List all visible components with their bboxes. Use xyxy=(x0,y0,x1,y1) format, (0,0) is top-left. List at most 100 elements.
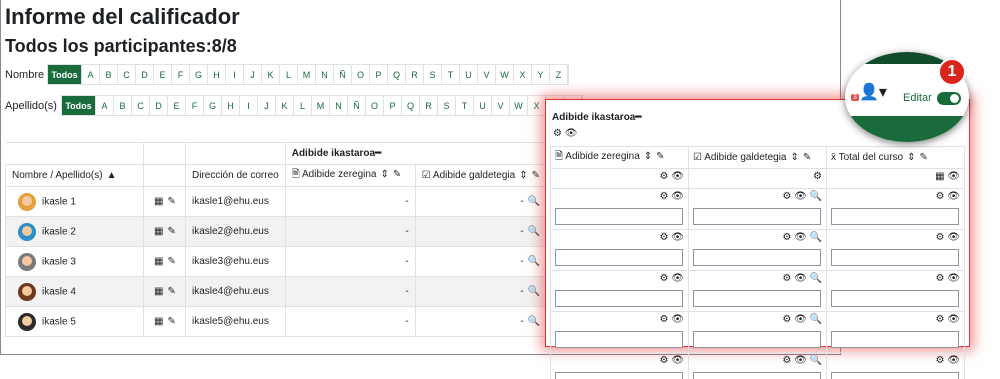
sort-icon[interactable]: ⇕ xyxy=(644,151,652,162)
grade-cell[interactable]: - 🔍 xyxy=(414,186,548,217)
grade-input[interactable] xyxy=(831,372,959,379)
eye-icon[interactable]: 👁 xyxy=(794,273,809,284)
grade-input[interactable] xyxy=(831,331,959,348)
first-name-letter[interactable]: U xyxy=(460,65,478,84)
last-name-all-button[interactable]: Todos xyxy=(62,96,96,115)
grade-input[interactable] xyxy=(693,331,821,348)
sort-icon[interactable]: ⇕ xyxy=(519,170,527,181)
zoom-icon[interactable]: 🔍 xyxy=(810,273,822,284)
first-name-letter[interactable]: T xyxy=(442,65,460,84)
first-name-letter[interactable]: F xyxy=(172,65,190,84)
student-name-cell[interactable]: ikasle 5 xyxy=(5,306,144,337)
notification-badge[interactable]: 3 xyxy=(851,94,859,101)
gear-icon[interactable]: ⚙ xyxy=(553,128,562,139)
eye-icon[interactable]: 👁 xyxy=(794,355,809,366)
grade-input[interactable] xyxy=(831,290,959,307)
last-name-letter[interactable]: Q xyxy=(402,96,420,115)
eye-icon[interactable]: 👁 xyxy=(671,273,684,284)
grade-input[interactable] xyxy=(555,208,683,225)
eye-icon[interactable]: 👁 xyxy=(794,314,809,325)
student-name[interactable]: ikasle 3 xyxy=(42,256,76,267)
last-name-letter[interactable]: K xyxy=(276,96,294,115)
eye-icon[interactable]: 👁 xyxy=(947,191,960,202)
zoom-icon[interactable]: 🔍 xyxy=(528,196,540,207)
edit-icon[interactable]: ✎ xyxy=(393,169,401,180)
grade-input[interactable] xyxy=(693,290,821,307)
gear-icon[interactable]: ⚙ xyxy=(936,273,948,284)
eye-icon[interactable]: 👁 xyxy=(947,273,960,284)
eye-icon[interactable]: 👁 xyxy=(671,355,684,366)
student-name-cell[interactable]: ikasle 3 xyxy=(5,246,144,277)
first-name-letter[interactable]: Y xyxy=(532,65,550,84)
first-name-letter[interactable]: O xyxy=(352,65,370,84)
student-name[interactable]: ikasle 2 xyxy=(42,226,76,237)
table-icon[interactable]: ▦ xyxy=(154,286,163,297)
last-name-letter[interactable]: O xyxy=(366,96,384,115)
last-name-letter[interactable]: M xyxy=(312,96,330,115)
last-name-letter[interactable]: Ñ xyxy=(348,96,366,115)
last-name-letter[interactable]: F xyxy=(186,96,204,115)
first-name-letter[interactable]: N xyxy=(316,65,334,84)
table-icon[interactable]: ▦ xyxy=(154,226,163,237)
grade-input[interactable] xyxy=(831,249,959,266)
first-name-letter[interactable]: P xyxy=(370,65,388,84)
zoom-icon[interactable]: 🔍 xyxy=(810,191,822,202)
eye-icon[interactable]: 👁 xyxy=(947,314,960,325)
edit-mode-toggle[interactable] xyxy=(937,92,961,105)
grade-cell[interactable]: - xyxy=(284,276,416,307)
last-name-letter[interactable]: T xyxy=(456,96,474,115)
grade-cell[interactable]: - 🔍 xyxy=(414,216,548,247)
eye-icon[interactable]: 👁 xyxy=(671,232,684,243)
gear-icon[interactable]: ⚙ xyxy=(782,273,794,284)
calculator-icon[interactable]: ▦ xyxy=(935,171,944,182)
last-name-letter[interactable]: B xyxy=(114,96,132,115)
edit-item2-header[interactable]: ☑ Adibide galdetegia ⇕ ✎ xyxy=(688,146,827,169)
zoom-icon[interactable]: 🔍 xyxy=(528,226,540,237)
last-name-letter[interactable]: V xyxy=(492,96,510,115)
grade-cell[interactable]: - 🔍 xyxy=(414,306,548,337)
gear-icon[interactable]: ⚙ xyxy=(936,191,948,202)
item1-column-header[interactable]: 🗎 Adibide zeregina ⇕ ✎ xyxy=(284,164,416,187)
gear-icon[interactable]: ⚙ xyxy=(660,191,672,202)
table-icon[interactable]: ▦ xyxy=(154,196,163,207)
sort-up-icon[interactable]: ▲ xyxy=(107,170,117,181)
first-name-letter[interactable]: I xyxy=(226,65,244,84)
last-name-letter[interactable]: D xyxy=(150,96,168,115)
edit-icon[interactable]: ✎ xyxy=(167,226,175,237)
collapse-icon[interactable]: ━ xyxy=(635,112,641,123)
grade-input[interactable] xyxy=(555,372,683,379)
table-icon[interactable]: ▦ xyxy=(154,256,163,267)
zoom-icon[interactable]: 🔍 xyxy=(810,314,822,325)
eye-icon[interactable]: 👁 xyxy=(947,355,960,366)
edit-icon[interactable]: ✎ xyxy=(167,316,175,327)
last-name-letter[interactable]: H xyxy=(222,96,240,115)
grade-cell[interactable]: - xyxy=(284,186,416,217)
first-name-letter[interactable]: C xyxy=(118,65,136,84)
first-name-letter[interactable]: S xyxy=(424,65,442,84)
last-name-letter[interactable]: G xyxy=(204,96,222,115)
gear-icon[interactable]: ⚙ xyxy=(660,314,672,325)
gear-icon[interactable]: ⚙ xyxy=(782,191,794,202)
first-name-letter[interactable]: J xyxy=(244,65,262,84)
first-name-letter[interactable]: B xyxy=(100,65,118,84)
student-name-cell[interactable]: ikasle 1 xyxy=(5,186,144,217)
first-name-letter[interactable]: E xyxy=(154,65,172,84)
last-name-letter[interactable]: R xyxy=(420,96,438,115)
gear-icon[interactable]: ⚙ xyxy=(936,314,948,325)
first-name-letter[interactable]: M xyxy=(298,65,316,84)
name-column-header[interactable]: Nombre / Apellido(s) ▲ xyxy=(5,164,144,187)
grade-input[interactable] xyxy=(555,290,683,307)
zoom-icon[interactable]: 🔍 xyxy=(810,355,822,366)
eye-icon[interactable]: 👁 xyxy=(794,191,809,202)
eye-icon[interactable]: 👁 xyxy=(794,232,809,243)
eye-icon[interactable]: 👁 xyxy=(671,171,684,182)
eye-icon[interactable]: 👁 xyxy=(565,128,578,139)
first-name-letter[interactable]: Z xyxy=(550,65,568,84)
grade-input[interactable] xyxy=(831,208,959,225)
grade-cell[interactable]: - xyxy=(284,216,416,247)
edit-icon[interactable]: ✎ xyxy=(656,151,664,162)
gear-icon[interactable]: ⚙ xyxy=(782,232,794,243)
grade-cell[interactable]: - xyxy=(284,306,416,337)
student-name[interactable]: ikasle 5 xyxy=(42,316,76,327)
first-name-letter[interactable]: L xyxy=(280,65,298,84)
